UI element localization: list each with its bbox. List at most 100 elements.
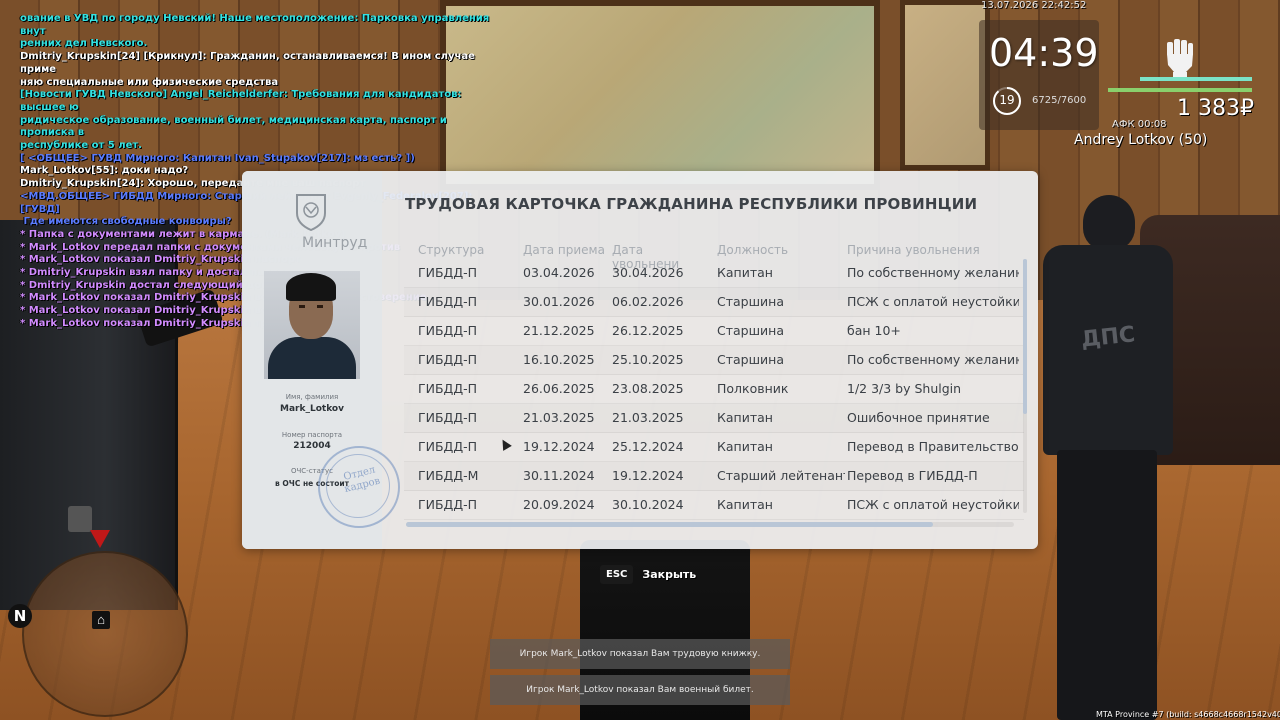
table-row[interactable]: ГИБДД-П 21.12.2025 26.12.2025 Старшина бан 1… — [404, 317, 1024, 346]
cell-hire-date: 30.11.2024 — [523, 468, 595, 483]
cell-reason: Ошибочное принятие — [847, 410, 990, 425]
hud-datetime: 13.07.2026 22:42:52 — [981, 0, 1087, 11]
employment-table: Структура Дата приема Дата увольнени Дол… — [404, 241, 1024, 520]
chat-message: [ <ОБЩЕЕ> ГУВД Мирного: Капитан Ivan_Stu… — [20, 152, 415, 164]
notification-toast: Игрок Mark_Lotkov показал Вам военный би… — [490, 675, 790, 705]
photo-jacket — [268, 337, 356, 379]
cell-reason: Перевод в ГИБДД-П — [847, 468, 978, 483]
cell-structure: ГИБДД-П — [418, 294, 477, 309]
player-name: Andrey Lotkov (50) — [1074, 132, 1208, 148]
chat-message: республике от 5 лет. — [20, 140, 142, 152]
work-card-modal: Минтруд Имя, фамилия Mark_Lotkov Номер п… — [242, 171, 1038, 549]
esc-key-badge[interactable]: ESC — [600, 565, 634, 584]
cell-structure: ГИБДД-П — [418, 381, 477, 396]
level-ring: 19 — [992, 86, 1022, 116]
cell-dismissal-date: 30.10.2024 — [612, 497, 684, 512]
cell-dismissal-date: 06.02.2026 — [612, 294, 684, 309]
cell-reason: ПСЖ с оплатой неустойки (1 — [847, 497, 1019, 512]
cell-dismissal-date: 25.12.2024 — [612, 439, 684, 454]
passport-label: Номер паспорта — [281, 431, 343, 439]
cell-reason: бан 10+ — [847, 323, 901, 338]
table-row[interactable]: ГИБДД-П 03.04.2026 30.04.2026 Капитан По соб… — [404, 259, 1024, 288]
table-header: Структура Дата приема Дата увольнени Дол… — [404, 241, 1024, 271]
chat-message: [Новости ГУВД Невского] Angel_Reichelder… — [20, 89, 465, 113]
armor-bar-fill — [1108, 88, 1252, 92]
chat-message: Dmitriy_Krupskin[24] [Крикнул]: Граждани… — [20, 51, 479, 75]
wall-map-painting-small — [900, 0, 990, 170]
npc-body: ДПС — [1043, 245, 1173, 455]
npc-uniform-label: ДПС — [1079, 322, 1137, 353]
cell-dismissal-date: 21.03.2025 — [612, 410, 684, 425]
minimap — [22, 551, 188, 717]
afk-timer: АФК 00:08 — [1112, 119, 1167, 130]
cell-structure: ГИБДД-П — [418, 352, 477, 367]
cell-reason: 1/2 3/3 by Shulgin — [847, 381, 962, 396]
cell-dismissal-date: 25.10.2025 — [612, 352, 684, 367]
name-value: Mark_Lotkov — [280, 404, 344, 414]
health-bar — [1140, 77, 1252, 81]
safe-lock — [68, 506, 92, 532]
cell-hire-date: 21.03.2025 — [523, 410, 595, 425]
chat-message: няю специальные или физические средства — [20, 76, 279, 88]
state-emblem-icon — [294, 193, 328, 232]
armor-bar — [1108, 88, 1252, 92]
organization-label: Минтруд — [302, 235, 368, 251]
close-hint[interactable]: ESC Закрыть — [600, 565, 696, 584]
cell-dismissal-date: 19.12.2024 — [612, 468, 684, 483]
table-row[interactable]: ГИБДД-П 19.12.2024 25.12.2024 Капитан Перево… — [404, 433, 1024, 462]
table-row[interactable]: ГИБДД-П 16.10.2025 25.10.2025 Старшина По со… — [404, 346, 1024, 375]
chat-message: ренних дел Невского. — [20, 38, 148, 50]
horizontal-scrollbar-thumb[interactable] — [406, 522, 933, 527]
table-row[interactable]: ГИБДД-П 26.06.2025 23.08.2025 Полковник 1/2 … — [404, 375, 1024, 404]
cell-hire-date: 30.01.2026 — [523, 294, 595, 309]
column-header[interactable]: Должность — [717, 243, 845, 257]
hr-stamp: Отдел кадров — [318, 446, 400, 528]
cell-position: Старшина — [717, 323, 784, 338]
cell-hire-date: 26.06.2025 — [523, 381, 595, 396]
cell-structure: ГИБДД-П — [418, 265, 477, 280]
vertical-scrollbar-thumb[interactable] — [1023, 259, 1027, 414]
fist-icon — [1158, 34, 1202, 78]
column-header[interactable]: Дата приема — [523, 243, 609, 257]
table-row[interactable]: ГИБДД-П 21.03.2025 21.03.2025 Капитан Ошибоч… — [404, 404, 1024, 433]
house-icon: ⌂ — [92, 611, 110, 629]
table-row[interactable]: ГИБДД-П 30.01.2026 06.02.2026 Старшина ПСЖ с… — [404, 288, 1024, 317]
cell-structure: ГИБДД-М — [418, 468, 479, 483]
vertical-scrollbar[interactable] — [1023, 259, 1027, 513]
hud-game-time: 04:39 — [989, 31, 1099, 75]
north-indicator: N — [8, 604, 32, 628]
column-header[interactable]: Структура — [418, 243, 518, 257]
wall-map-painting — [440, 0, 880, 190]
cell-hire-date: 16.10.2025 — [523, 352, 595, 367]
cell-position: Капитан — [717, 497, 773, 512]
close-button[interactable]: Закрыть — [642, 568, 696, 581]
cell-dismissal-date: 26.12.2025 — [612, 323, 684, 338]
chat-message: ридическое образование, военный билет, м… — [20, 114, 451, 139]
chat-message: ование в УВД по городу Невский! Наше мес… — [20, 13, 493, 37]
level-value: 19 — [999, 93, 1015, 107]
cell-position: Старшина — [717, 352, 784, 367]
table-row[interactable]: ГИБДД-П 20.09.2024 30.10.2024 Капитан ПСЖ с … — [404, 491, 1024, 520]
table-body[interactable]: ГИБДД-П 03.04.2026 30.04.2026 Капитан По соб… — [404, 259, 1024, 520]
notification-toast: Игрок Mark_Lotkov показал Вам трудовую к… — [490, 639, 790, 669]
cell-reason: По собственному желанию — [847, 352, 1019, 367]
cell-dismissal-date: 30.04.2026 — [612, 265, 684, 280]
cell-position: Капитан — [717, 439, 773, 454]
cell-position: Старшина — [717, 294, 784, 309]
cell-reason: Перевод в Правительство — [847, 439, 1019, 454]
name-label: Имя, фамилия — [285, 393, 339, 401]
cell-position: Капитан — [717, 265, 773, 280]
cell-reason: По собственному желанию — [847, 265, 1019, 280]
waypoint-arrow-icon — [90, 530, 110, 548]
citizen-photo — [264, 271, 360, 379]
column-header[interactable]: Причина увольнения — [847, 243, 1019, 257]
cell-reason: ПСЖ с оплатой неустойки [0 — [847, 294, 1019, 309]
horizontal-scrollbar[interactable] — [406, 522, 1014, 527]
cell-structure: ГИБДД-П — [418, 410, 477, 425]
build-info: MTA Province #7 (build: s4668c4668r1542v… — [1096, 710, 1280, 719]
cell-position: Полковник — [717, 381, 789, 396]
table-row[interactable]: ГИБДД-М 30.11.2024 19.12.2024 Старший лейте… — [404, 462, 1024, 491]
cell-structure: ГИБДД-П — [418, 323, 477, 338]
health-bar-fill — [1140, 77, 1252, 81]
npc-head — [1083, 195, 1135, 250]
